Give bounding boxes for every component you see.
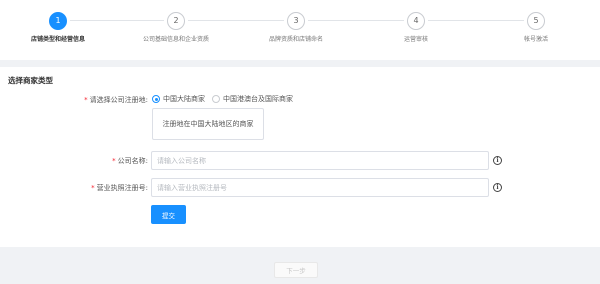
section-title: 选择商家类型 — [8, 76, 53, 85]
steps-progress: 1 店铺类型和经营信息 2 公司基础信息和企业资质 3 品牌资质和店铺命名 4 … — [0, 0, 600, 60]
radio-icon[interactable] — [152, 95, 160, 103]
step-number: 2 — [167, 12, 185, 30]
radio-mainland[interactable]: 中国大陆商家 — [152, 94, 205, 104]
required-mark: * — [112, 157, 116, 165]
radio-icon[interactable] — [212, 95, 220, 103]
next-step-button[interactable]: 下一步 — [274, 262, 318, 278]
step-label: 公司基础信息和企业资质 — [142, 36, 209, 43]
step-2[interactable]: 2 公司基础信息和企业资质 — [131, 12, 221, 44]
location-tip-box: 注册地在中国大陆地区的商家 — [152, 108, 264, 140]
radio-mainland-label: 中国大陆商家 — [163, 95, 205, 103]
step-3[interactable]: 3 品牌资质和店铺命名 — [251, 12, 341, 44]
info-icon[interactable]: i — [493, 156, 502, 165]
submit-button[interactable]: 提交 — [151, 205, 186, 224]
license-number-label: * 营业执照注册号: — [91, 184, 148, 192]
merchant-type-form: 选择商家类型 * 请选择公司注册地: 中国大陆商家 中国港澳台及国际商家 注册地在… — [0, 67, 600, 247]
step-label: 店铺类型和经营信息 — [30, 36, 85, 43]
step-5[interactable]: 5 帐号激活 — [491, 12, 581, 44]
step-label: 品牌资质和店铺命名 — [268, 36, 323, 43]
step-label: 运营审核 — [403, 36, 428, 43]
register-location-label: * 请选择公司注册地: — [84, 96, 148, 104]
radio-hk-intl[interactable]: 中国港澳台及国际商家 — [212, 94, 293, 104]
step-4[interactable]: 4 运营审核 — [371, 12, 461, 44]
company-name-label: * 公司名称: — [112, 157, 148, 165]
step-1[interactable]: 1 店铺类型和经营信息 — [13, 12, 103, 44]
step-number: 4 — [407, 12, 425, 30]
radio-hk-intl-label: 中国港澳台及国际商家 — [223, 95, 293, 103]
step-number: 3 — [287, 12, 305, 30]
company-name-input[interactable] — [151, 151, 489, 170]
required-mark: * — [84, 96, 88, 104]
info-icon[interactable]: i — [493, 183, 502, 192]
step-number: 5 — [527, 12, 545, 30]
step-label: 帐号激活 — [523, 36, 548, 43]
license-number-input[interactable] — [151, 178, 489, 197]
step-number: 1 — [49, 12, 67, 30]
required-mark: * — [91, 184, 95, 192]
